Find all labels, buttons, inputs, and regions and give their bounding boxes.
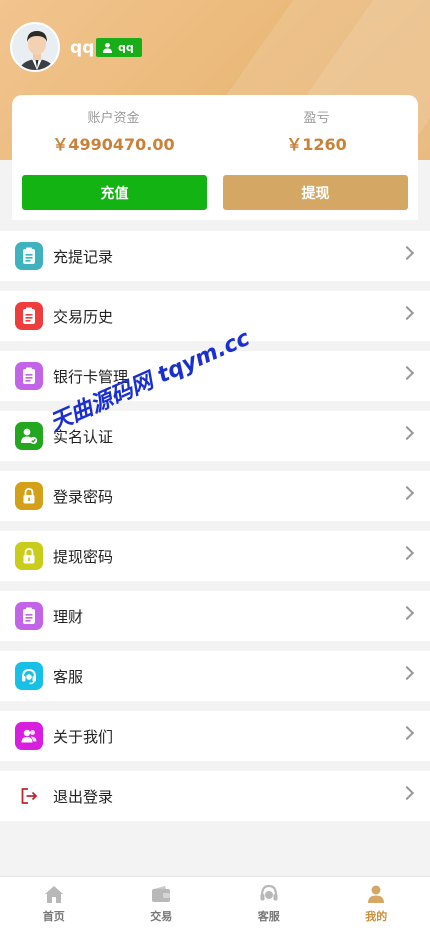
- menu-label-withdraw-password: 提现密码: [53, 547, 114, 566]
- chevron-right-icon: [399, 365, 415, 381]
- tab-service[interactable]: 客服: [215, 877, 323, 932]
- menu-item-withdraw-password[interactable]: 提现密码: [0, 531, 430, 581]
- menu-label-about-us: 关于我们: [53, 727, 114, 746]
- menu-label-logout: 退出登录: [53, 787, 114, 806]
- menu-label-customer-service: 客服: [53, 667, 84, 686]
- profile-icon: [368, 885, 385, 903]
- settings-menu: 充提记录 交易历史 银行卡管理 实名认证 登录密码 提现密码 理财 客服 关于我…: [0, 231, 430, 831]
- chevron-right-icon: [399, 245, 415, 261]
- balance-label: 账户资金: [87, 111, 140, 126]
- bottom-tab-bar: 首页 交易 客服 我的: [0, 876, 430, 932]
- menu-item-login-password[interactable]: 登录密码: [0, 471, 430, 521]
- menu-item-about-us[interactable]: 关于我们: [0, 711, 430, 761]
- headset-icon: [15, 662, 43, 690]
- finance-icon: [15, 602, 43, 630]
- tab-home[interactable]: 首页: [0, 877, 108, 932]
- menu-label-history: 交易历史: [53, 307, 114, 326]
- profit-value: ￥1260: [286, 135, 347, 154]
- tab-mine-label: 我的: [365, 910, 388, 923]
- users-icon: [15, 722, 43, 750]
- wallet-icon: [152, 886, 171, 902]
- menu-label-login-password: 登录密码: [53, 487, 114, 506]
- chevron-right-icon: [399, 305, 415, 321]
- profit-block: 盈亏 ￥1260: [215, 107, 418, 155]
- recharge-button[interactable]: 充值: [22, 175, 207, 210]
- user-badge-label: qq: [118, 41, 134, 54]
- tab-home-label: 首页: [42, 910, 65, 923]
- records-icon: [15, 242, 43, 270]
- avatar[interactable]: [10, 22, 60, 72]
- funds-card: 账户资金 ￥4990470.00 盈亏 ￥1260 充值 提现: [12, 95, 418, 220]
- user-icon: [102, 42, 113, 53]
- username: qq: [70, 38, 95, 58]
- menu-item-customer-service[interactable]: 客服: [0, 651, 430, 701]
- history-icon: [15, 302, 43, 330]
- user-level-badge: qq: [96, 38, 142, 57]
- chevron-right-icon: [399, 605, 415, 621]
- menu-item-logout[interactable]: 退出登录: [0, 771, 430, 821]
- logout-icon: [15, 782, 43, 810]
- balance-block: 账户资金 ￥4990470.00: [12, 107, 215, 155]
- chevron-right-icon: [399, 785, 415, 801]
- withdraw-button[interactable]: 提现: [223, 175, 408, 210]
- tab-service-label: 客服: [257, 910, 280, 923]
- tab-trade-label: 交易: [150, 910, 173, 923]
- chevron-right-icon: [399, 725, 415, 741]
- tab-trade[interactable]: 交易: [108, 877, 216, 932]
- menu-item-records[interactable]: 充提记录: [0, 231, 430, 281]
- home-icon: [44, 886, 63, 903]
- login-lock-icon: [15, 482, 43, 510]
- chevron-right-icon: [399, 665, 415, 681]
- profit-label: 盈亏: [303, 111, 330, 126]
- chevron-right-icon: [399, 425, 415, 441]
- balance-value: ￥4990470.00: [52, 135, 175, 154]
- menu-label-records: 充提记录: [53, 247, 114, 266]
- tab-mine[interactable]: 我的: [323, 877, 430, 932]
- bank-card-icon: [15, 362, 43, 390]
- chevron-right-icon: [399, 545, 415, 561]
- menu-label-finance: 理财: [53, 607, 84, 626]
- withdraw-lock-icon: [15, 542, 43, 570]
- chevron-right-icon: [399, 485, 415, 501]
- service-icon: [260, 884, 278, 901]
- menu-item-finance[interactable]: 理财: [0, 591, 430, 641]
- verify-user-icon: [15, 422, 43, 450]
